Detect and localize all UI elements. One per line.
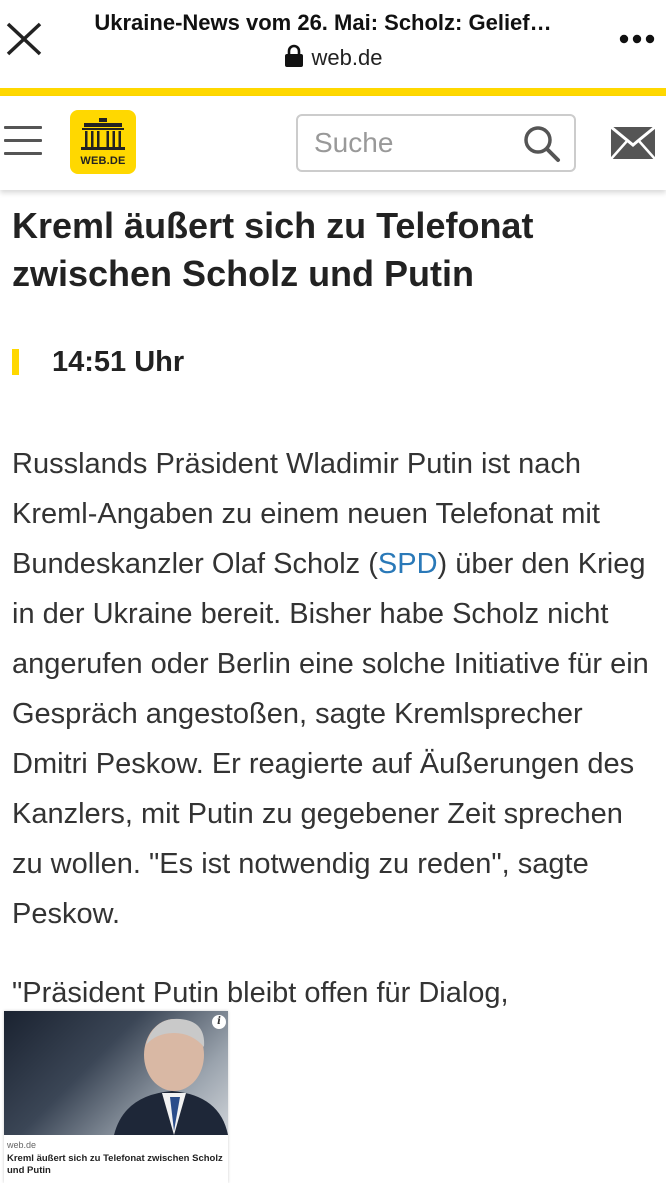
time-marker — [12, 349, 19, 375]
search-input[interactable] — [314, 125, 514, 161]
lock-icon — [284, 44, 303, 67]
person-photo — [114, 1018, 228, 1135]
pip-title[interactable]: Kreml äußert sich zu Telefonat zwischen … — [7, 1153, 227, 1177]
yellow-accent-line — [0, 88, 666, 96]
spd-link[interactable]: SPD — [378, 548, 438, 580]
article-headline: Kreml äußert sich zu Telefonat zwischen … — [12, 205, 534, 294]
mail-icon[interactable] — [610, 126, 656, 160]
brandenburg-gate-icon — [81, 118, 125, 150]
page-title: Ukraine-News vom 26. Mai: Scholz: Gelief… — [94, 10, 552, 35]
paragraph-text: ) über den Krieg in der Ukraine bereit. … — [12, 548, 649, 930]
more-options-button[interactable] — [612, 24, 662, 54]
webde-logo[interactable]: WEB.DE — [70, 110, 136, 174]
url-host-text: web.de — [311, 45, 383, 70]
search-box[interactable] — [296, 114, 576, 172]
timestamp: 14:51 Uhr — [52, 346, 185, 378]
info-icon[interactable]: i — [212, 1015, 226, 1029]
article-paragraph-1: Russlands Präsident Wladimir Putin ist n… — [12, 439, 657, 939]
site-header: WEB.DE — [0, 96, 666, 190]
logo-text: WEB.DE — [80, 155, 126, 167]
hamburger-icon[interactable] — [4, 126, 42, 156]
pip-source: web.de — [7, 1140, 37, 1150]
more-icon — [619, 34, 655, 44]
url-host[interactable]: web.de — [0, 44, 666, 71]
pip-thumbnail[interactable]: i — [4, 1011, 228, 1135]
picture-in-picture-player[interactable]: i web.de Kreml äußert sich zu Telefonat … — [4, 1011, 228, 1183]
browser-toolbar: Ukraine-News vom 26. Mai: Scholz: Gelief… — [0, 0, 666, 90]
search-icon[interactable] — [522, 124, 562, 164]
